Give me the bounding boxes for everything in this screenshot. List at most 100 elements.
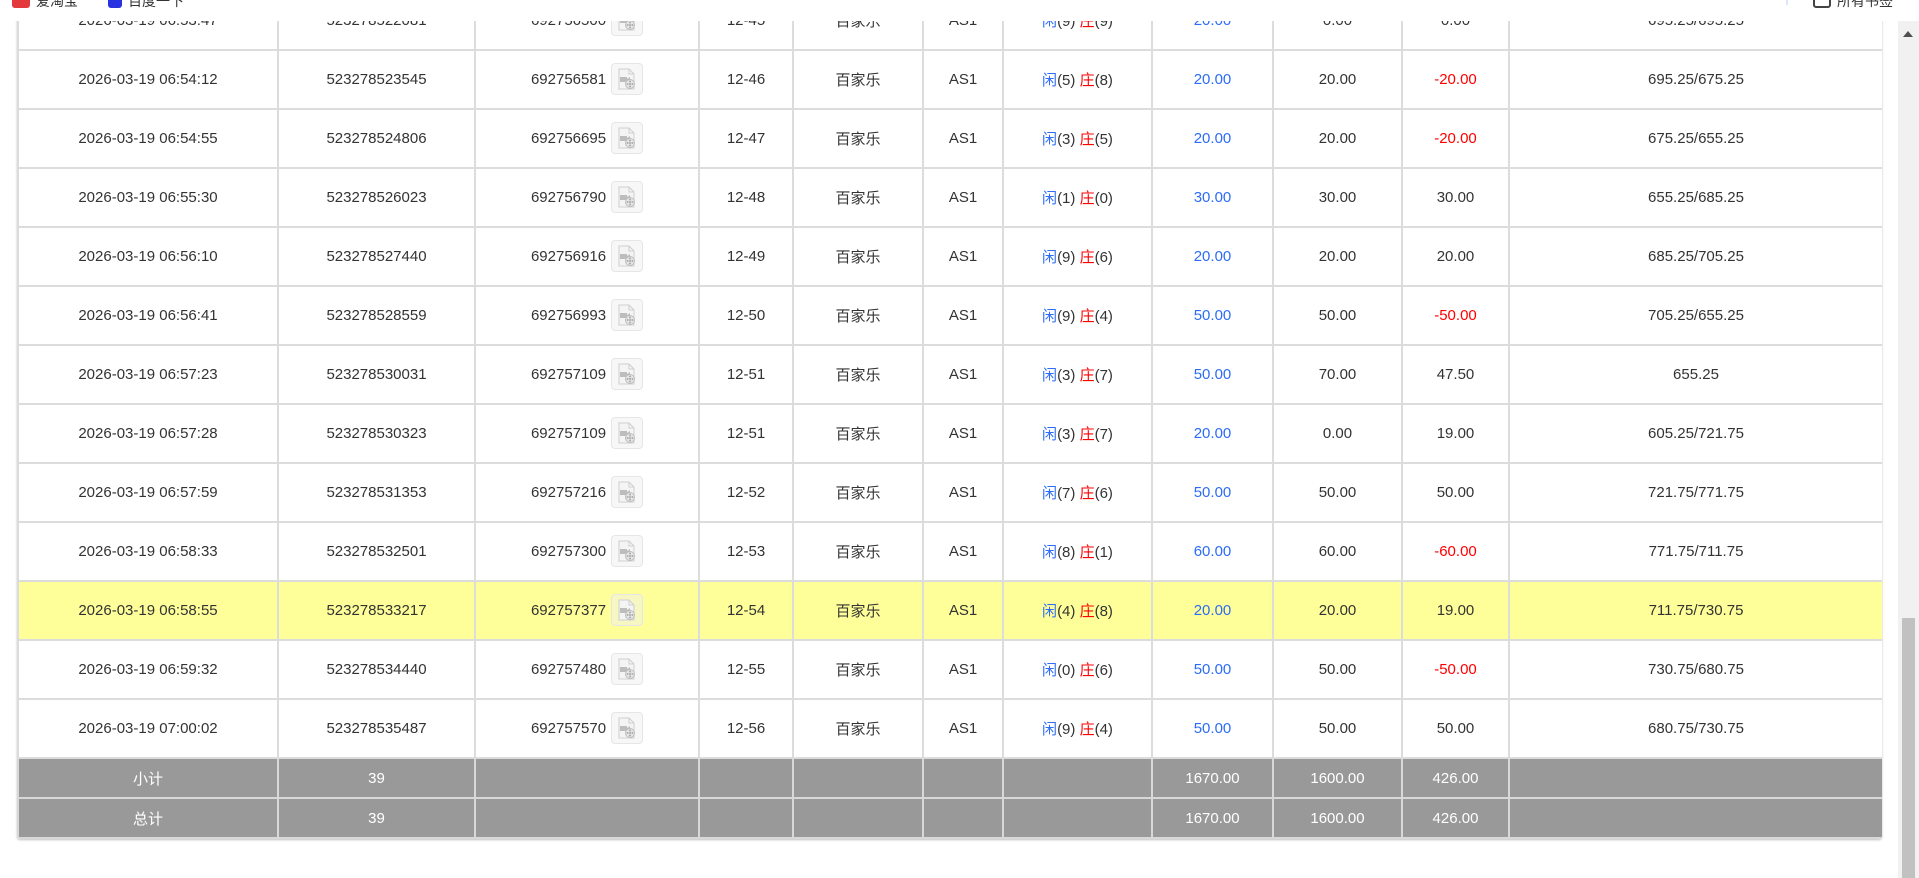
result-cell: 闲(7) 庄(6) — [1002, 462, 1153, 523]
bet-time: 2026-03-19 06:59:32 — [17, 639, 279, 700]
bet-time: 2026-03-19 06:54:12 — [17, 49, 279, 110]
taobao-icon — [12, 0, 30, 8]
video-replay-icon[interactable] — [611, 711, 644, 744]
round-number: 12-56 — [698, 698, 794, 759]
bookmark-taobao[interactable]: 爱淘宝 — [12, 0, 78, 11]
video-replay-icon[interactable] — [611, 652, 644, 685]
summary-winloss: 426.00 — [1401, 797, 1510, 839]
summary-label: 小计 — [17, 757, 279, 799]
win-loss: -20.00 — [1401, 108, 1510, 169]
balance: 695.25/695.25 — [1508, 21, 1882, 51]
vertical-scrollbar[interactable] — [1898, 21, 1919, 878]
valid-amount: 50.00 — [1272, 462, 1403, 523]
round-number: 12-52 — [698, 462, 794, 523]
table-code: AS1 — [922, 462, 1004, 523]
video-replay-icon[interactable] — [611, 121, 644, 154]
win-loss: 19.00 — [1401, 403, 1510, 464]
table-code: AS1 — [922, 403, 1004, 464]
game-id-cell: 692757300 — [474, 521, 700, 582]
game-type: 百家乐 — [792, 49, 924, 110]
round-number: 12-51 — [698, 344, 794, 405]
video-replay-icon[interactable] — [611, 21, 644, 36]
bet-id: 523278534440 — [277, 639, 476, 700]
game-id: 692756790 — [530, 188, 607, 206]
summary-count: 39 — [277, 797, 476, 839]
empty-cell — [1508, 757, 1882, 799]
win-loss: -60.00 — [1401, 521, 1510, 582]
round-number: 12-47 — [698, 108, 794, 169]
result-cell: 闲(9) 庄(4) — [1002, 698, 1153, 759]
video-replay-icon[interactable] — [611, 239, 644, 272]
empty-cell — [698, 797, 794, 839]
game-id-cell: 692756916 — [474, 226, 700, 287]
bookmark-baidu[interactable]: 百度一下 — [108, 0, 184, 11]
table-code: AS1 — [922, 21, 1004, 51]
video-replay-icon[interactable] — [611, 180, 644, 213]
scroll-up-arrow-icon[interactable] — [1903, 31, 1913, 37]
bookmark-label: 爱淘宝 — [36, 0, 78, 9]
player-result: 闲(0) — [1042, 662, 1076, 679]
bet-id: 523278530323 — [277, 403, 476, 464]
bookmarks-bar: 爱淘宝 百度一下 所有书签 — [0, 0, 1919, 21]
game-id: 692756916 — [530, 247, 607, 265]
empty-cell — [1002, 797, 1153, 839]
player-result: 闲(7) — [1042, 485, 1076, 502]
table-code: AS1 — [922, 108, 1004, 169]
table-code: AS1 — [922, 639, 1004, 700]
all-bookmarks-button[interactable]: 所有书签 — [1813, 0, 1893, 11]
player-result: 闲(3) — [1042, 367, 1076, 384]
video-replay-icon[interactable] — [611, 62, 644, 95]
bet-time: 2026-03-19 06:58:33 — [17, 521, 279, 582]
bet-time: 2026-03-19 06:57:28 — [17, 403, 279, 464]
empty-cell — [922, 797, 1004, 839]
game-type: 百家乐 — [792, 344, 924, 405]
balance: 705.25/655.25 — [1508, 285, 1882, 346]
video-replay-icon[interactable] — [611, 534, 644, 567]
win-loss: 0.00 — [1401, 21, 1510, 51]
game-id: 692757109 — [530, 424, 607, 442]
video-replay-icon[interactable] — [611, 298, 644, 331]
table-row: 2026-03-19 06:58:33 523278532501 692757300… — [17, 521, 1882, 582]
win-loss: -50.00 — [1401, 639, 1510, 700]
player-result: 闲(3) — [1042, 131, 1076, 148]
video-replay-icon[interactable] — [611, 475, 644, 508]
round-number: 12-51 — [698, 403, 794, 464]
balance: 695.25/675.25 — [1508, 49, 1882, 110]
empty-cell — [922, 757, 1004, 799]
player-result: 闲(9) — [1042, 249, 1076, 266]
empty-cell — [1508, 797, 1882, 839]
video-replay-icon[interactable] — [611, 357, 644, 390]
result-cell: 闲(0) 庄(6) — [1002, 639, 1153, 700]
table-row: 2026-03-19 06:57:23 523278530031 692757109… — [17, 344, 1882, 405]
balance: 721.75/771.75 — [1508, 462, 1882, 523]
bet-id: 523278523545 — [277, 49, 476, 110]
game-id: 692757377 — [530, 601, 607, 619]
table-code: AS1 — [922, 226, 1004, 287]
scrollbar-thumb[interactable] — [1902, 618, 1915, 878]
game-id: 692757109 — [530, 365, 607, 383]
result-cell: 闲(1) 庄(0) — [1002, 167, 1153, 228]
game-id: 692756581 — [530, 70, 607, 88]
valid-amount: 20.00 — [1272, 580, 1403, 641]
game-id-cell: 692756790 — [474, 167, 700, 228]
game-type: 百家乐 — [792, 108, 924, 169]
bet-time: 2026-03-19 06:56:10 — [17, 226, 279, 287]
player-result: 闲(8) — [1042, 544, 1076, 561]
win-loss: 19.00 — [1401, 580, 1510, 641]
banker-result: 庄(9) — [1079, 21, 1113, 30]
video-replay-icon[interactable] — [611, 593, 644, 626]
empty-cell — [474, 757, 700, 799]
empty-cell — [1002, 757, 1153, 799]
summary-bet: 1670.00 — [1151, 797, 1274, 839]
video-replay-icon[interactable] — [611, 416, 644, 449]
balance: 711.75/730.75 — [1508, 580, 1882, 641]
table-code: AS1 — [922, 580, 1004, 641]
bet-amount: 60.00 — [1151, 521, 1274, 582]
table-code: AS1 — [922, 49, 1004, 110]
bet-id: 523278531353 — [277, 462, 476, 523]
banker-result: 庄(0) — [1079, 190, 1113, 207]
bet-id: 523278527440 — [277, 226, 476, 287]
result-cell: 闲(3) 庄(7) — [1002, 344, 1153, 405]
player-result: 闲(9) — [1042, 721, 1076, 738]
table-row: 2026-03-19 06:57:28 523278530323 692757109… — [17, 403, 1882, 464]
